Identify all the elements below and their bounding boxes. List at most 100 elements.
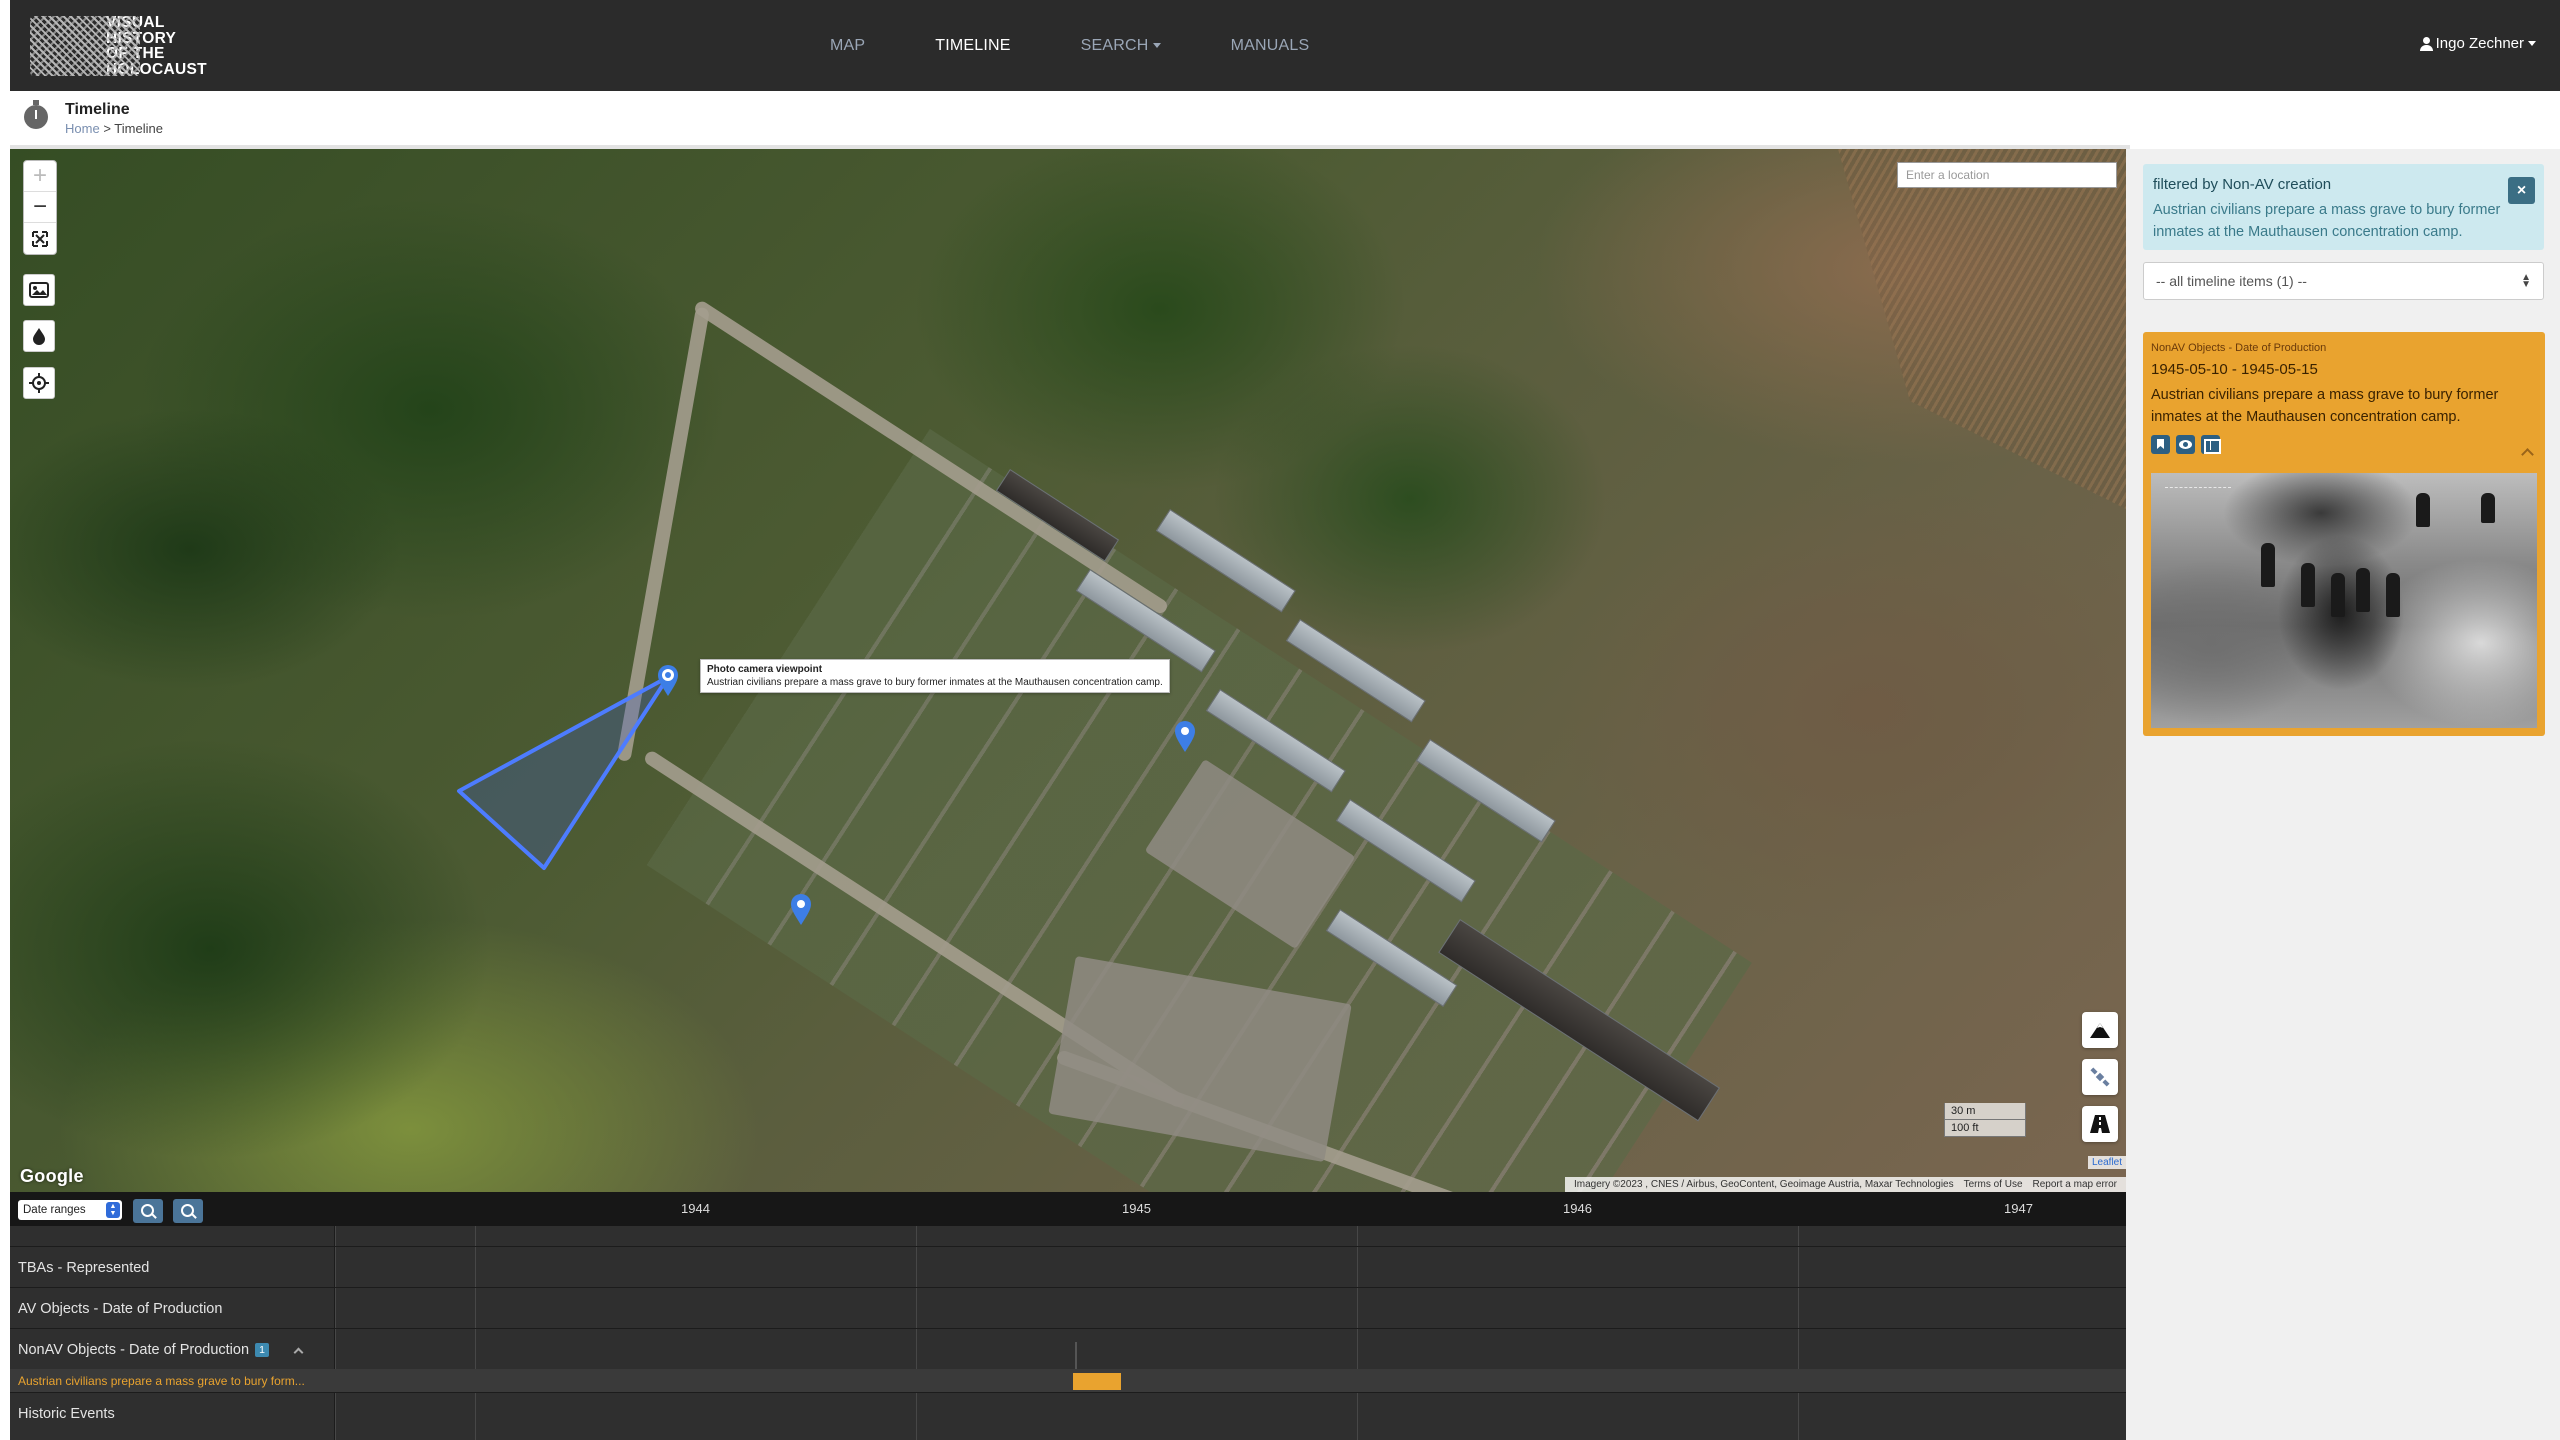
subrow-label: Austrian civilians prepare a mass grave … bbox=[18, 1374, 305, 1388]
nav-map[interactable]: MAP bbox=[830, 37, 865, 55]
breadcrumb-home[interactable]: Home bbox=[65, 121, 100, 136]
year-label: 1947 bbox=[2004, 1201, 2033, 1216]
report-error-link[interactable]: Report a map error bbox=[2028, 1179, 2122, 1190]
photo-figure bbox=[2301, 563, 2315, 607]
close-filter-button[interactable]: × bbox=[2508, 177, 2535, 204]
row-label: TBAs - Represented bbox=[18, 1260, 150, 1276]
road-icon[interactable] bbox=[2082, 1106, 2118, 1142]
nav-links: MAP TIMELINE SEARCH MANUALS bbox=[830, 0, 1379, 91]
satellite-icon[interactable] bbox=[2082, 1059, 2118, 1095]
tooltip-title: Photo camera viewpoint bbox=[707, 664, 823, 675]
caret-down-icon bbox=[2528, 41, 2536, 46]
photo-figure bbox=[2356, 568, 2370, 612]
timeline-item-card[interactable]: NonAV Objects - Date of Production 1945-… bbox=[2143, 332, 2545, 736]
page-header: Timeline Home > Timeline bbox=[10, 91, 2560, 145]
google-logo: Google bbox=[20, 1166, 84, 1186]
user-menu[interactable]: Ingo Zechner bbox=[2419, 35, 2536, 52]
card-date: 1945-05-10 - 1945-05-15 bbox=[2151, 361, 2318, 378]
timeline-row[interactable]: Historic Events bbox=[10, 1392, 2126, 1433]
card-description: Austrian civilians prepare a mass grave … bbox=[2151, 387, 2499, 425]
filter-title: filtered by Non-AV creation bbox=[2153, 176, 2332, 193]
year-label: 1944 bbox=[681, 1201, 710, 1216]
breadcrumb: Home > Timeline bbox=[65, 121, 163, 136]
mountain-icon[interactable] bbox=[2082, 1012, 2118, 1048]
filter-description: Austrian civilians prepare a mass grave … bbox=[2153, 202, 2501, 240]
chevron-up-icon[interactable] bbox=[293, 1347, 304, 1357]
plowed-field bbox=[1838, 149, 2126, 509]
select-arrows-icon: ▲ ▼ bbox=[106, 1202, 120, 1218]
year-label: 1946 bbox=[1563, 1201, 1592, 1216]
map-pin-marker[interactable] bbox=[1173, 719, 1197, 753]
count-badge: 1 bbox=[255, 1343, 270, 1357]
locate-icon[interactable] bbox=[23, 367, 55, 399]
app-window: VISUAL HISTORY OF THE HOLOCAUST MAP TIME… bbox=[0, 0, 2560, 1440]
viewpoint-tooltip: Photo camera viewpoint Austrian civilian… bbox=[700, 659, 1170, 693]
user-name: Ingo Zechner bbox=[2435, 35, 2524, 52]
filter-alert: filtered by Non-AV creation Austrian civ… bbox=[2143, 164, 2544, 250]
image-layer-icon[interactable] bbox=[23, 274, 55, 306]
map-attribution: Imagery ©2023 , CNES / Airbus, GeoConten… bbox=[1565, 1177, 2126, 1192]
timeline-zoom-out-icon[interactable] bbox=[173, 1199, 203, 1223]
camera-viewpoint-marker[interactable] bbox=[656, 663, 680, 697]
row-label: AV Objects - Date of Production bbox=[18, 1301, 223, 1317]
opacity-drop-icon[interactable] bbox=[23, 320, 55, 352]
zoom-in-icon[interactable]: + bbox=[24, 161, 56, 192]
timeline-row[interactable]: TBAs - Represented bbox=[10, 1246, 2126, 1287]
scale-meters: 30 m bbox=[1944, 1103, 2026, 1120]
select-value: -- all timeline items (1) -- bbox=[2156, 273, 2307, 289]
scale-feet: 100 ft bbox=[1944, 1120, 2026, 1137]
satellite-map[interactable]: + − Photo camera viewpoint Austrian civi… bbox=[10, 149, 2126, 1192]
eye-icon[interactable] bbox=[2176, 435, 2195, 454]
row-label-group: NonAV Objects - Date of Production 1 bbox=[18, 1342, 304, 1358]
imagery-credit: Imagery ©2023 , CNES / Airbus, GeoConten… bbox=[1574, 1179, 1954, 1190]
select-arrows-icon: ▲ ▼ bbox=[2521, 272, 2531, 290]
book-icon[interactable] bbox=[2201, 435, 2221, 454]
card-actions bbox=[2151, 435, 2537, 454]
row-label: NonAV Objects - Date of Production bbox=[18, 1342, 250, 1358]
card-category: NonAV Objects - Date of Production bbox=[2151, 342, 2327, 354]
leaflet-link[interactable]: Leaflet bbox=[2088, 1156, 2126, 1169]
timeline-row-expanded[interactable]: NonAV Objects - Date of Production 1 bbox=[10, 1328, 2126, 1369]
date-range-select[interactable]: Date ranges ▲ ▼ bbox=[18, 1200, 122, 1220]
photo-figure bbox=[2261, 543, 2275, 587]
nav-manuals[interactable]: MANUALS bbox=[1231, 37, 1310, 55]
photo-figure bbox=[2386, 573, 2400, 617]
terms-link[interactable]: Terms of Use bbox=[1959, 1179, 2028, 1190]
page-title: Timeline bbox=[65, 101, 130, 118]
photo-figure bbox=[2416, 493, 2430, 527]
tooltip-text: Austrian civilians prepare a mass grave … bbox=[707, 677, 1163, 688]
timeline-row[interactable]: AV Objects - Date of Production bbox=[10, 1287, 2126, 1328]
timeline-zoom-in-icon[interactable] bbox=[133, 1199, 163, 1223]
timeline-items-select[interactable]: -- all timeline items (1) -- ▲ ▼ bbox=[2143, 262, 2544, 300]
fit-bounds-icon[interactable] bbox=[24, 223, 56, 254]
photo-figure bbox=[2331, 573, 2345, 617]
nav-search-dropdown[interactable]: SEARCH bbox=[1081, 37, 1161, 55]
nav-timeline[interactable]: TIMELINE bbox=[935, 37, 1010, 55]
top-navbar: VISUAL HISTORY OF THE HOLOCAUST MAP TIME… bbox=[10, 0, 2560, 91]
stopwatch-icon bbox=[24, 100, 48, 129]
year-label: 1945 bbox=[1122, 1201, 1151, 1216]
timeline-toolbar: Date ranges ▲ ▼ 1944 1945 1946 1947 bbox=[10, 1192, 2126, 1226]
map-pin-marker[interactable] bbox=[789, 892, 813, 926]
map-scale: 30 m 100 ft bbox=[1944, 1103, 2026, 1137]
archival-photo[interactable] bbox=[2151, 473, 2537, 728]
breadcrumb-current: Timeline bbox=[114, 121, 163, 136]
breadcrumb-separator: > bbox=[103, 121, 111, 136]
map-zoom-controls: + − bbox=[23, 160, 57, 255]
timeline-subrow[interactable]: Austrian civilians prepare a mass grave … bbox=[10, 1369, 2126, 1392]
date-range-value: Date ranges bbox=[23, 1204, 86, 1216]
details-sidebar: filtered by Non-AV creation Austrian civ… bbox=[2126, 149, 2560, 1440]
user-icon bbox=[2419, 36, 2433, 51]
timeline-event-bar[interactable] bbox=[1073, 1373, 1121, 1390]
bookmark-icon[interactable] bbox=[2151, 435, 2170, 454]
photo-figure bbox=[2481, 493, 2495, 523]
zoom-out-icon[interactable]: − bbox=[24, 192, 56, 223]
nav-search-label: SEARCH bbox=[1080, 36, 1149, 54]
photo-selection-marker bbox=[2165, 487, 2231, 488]
logo-graphic bbox=[30, 16, 140, 76]
caret-down-icon bbox=[1152, 42, 1161, 48]
timeline-marker-line bbox=[1075, 1342, 1077, 1372]
location-search-input[interactable] bbox=[1897, 162, 2117, 188]
timeline-panel: Date ranges ▲ ▼ 1944 1945 1946 1947 TBAs … bbox=[10, 1192, 2126, 1440]
site-logo[interactable]: VISUAL HISTORY OF THE HOLOCAUST bbox=[30, 14, 260, 78]
